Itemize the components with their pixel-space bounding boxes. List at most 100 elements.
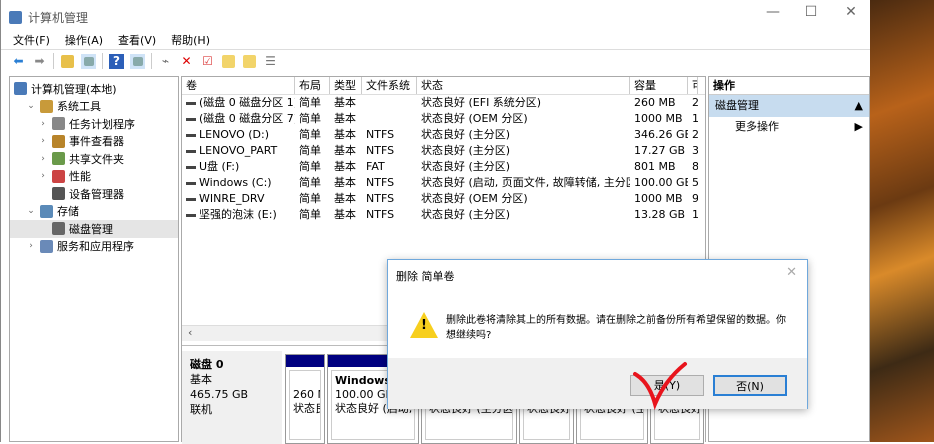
search-icon[interactable]: [242, 54, 257, 69]
column-header[interactable]: 容量: [630, 77, 688, 94]
menu-action[interactable]: 操作(A): [65, 32, 103, 48]
table-cell: NTFS: [366, 176, 395, 189]
back-icon[interactable]: ⬅: [11, 54, 26, 69]
column-header[interactable]: 卷: [182, 77, 295, 94]
import-icon[interactable]: [221, 54, 236, 69]
volume-name: 坚强的泡沫 (E:): [199, 208, 277, 221]
volume-name: U盘 (F:): [199, 160, 240, 173]
table-cell: 简单: [299, 112, 321, 125]
tree-item[interactable]: ⌄ 系统工具: [10, 98, 178, 116]
tree-item-label: 磁盘管理: [69, 222, 113, 236]
close-button[interactable]: ✕: [831, 4, 871, 20]
more-actions-label: 更多操作: [735, 120, 779, 133]
table-row[interactable]: (磁盘 0 磁盘分区 1) 简单 基本 状态良好 (EFI 系统分区) 260 MB 2: [182, 95, 705, 111]
expand-icon[interactable]: ⌄: [26, 101, 36, 111]
disk-0-info[interactable]: 磁盘 0 基本 465.75 GB 联机: [182, 351, 282, 444]
minimize-button[interactable]: —: [753, 4, 793, 20]
tree-node-icon: [52, 152, 65, 166]
table-cell: 简单: [299, 160, 321, 173]
menu-file[interactable]: 文件(F): [13, 32, 50, 48]
volume-icon: [186, 149, 196, 153]
volume-icon: [186, 133, 196, 137]
list-icon[interactable]: ☰: [263, 54, 278, 69]
table-cell: 2: [692, 96, 698, 109]
scroll-left-icon[interactable]: ‹: [188, 326, 192, 339]
menu-view[interactable]: 查看(V): [118, 32, 156, 48]
no-button[interactable]: 否(N): [713, 375, 787, 396]
disk-size: 465.75 GB: [190, 388, 249, 401]
tree-node-icon: [40, 204, 53, 218]
help-icon[interactable]: ?: [109, 53, 124, 69]
column-header[interactable]: 类型: [330, 77, 362, 94]
tree-item-label: 共享文件夹: [69, 152, 124, 166]
expand-icon[interactable]: ›: [26, 241, 36, 251]
table-cell: 状态良好 (主分区): [421, 144, 511, 157]
table-row[interactable]: 坚强的泡沫 (E:) 简单 基本 NTFS 状态良好 (主分区) 13.28 GB 1: [182, 207, 705, 223]
table-cell: 8: [692, 160, 698, 173]
app-icon: [9, 10, 22, 24]
expand-icon[interactable]: ⌄: [26, 206, 36, 216]
tree-item[interactable]: 计算机管理(本地): [10, 80, 178, 98]
show-pane-icon[interactable]: [130, 53, 145, 69]
expand-icon[interactable]: ›: [38, 136, 48, 146]
table-cell: 17.27 GB: [634, 144, 686, 157]
desktop-wallpaper: [870, 0, 934, 442]
table-row[interactable]: LENOVO (D:) 简单 基本 NTFS 状态良好 (主分区) 346.26 GB 2: [182, 127, 705, 143]
partition-size: 260 M: [293, 388, 320, 401]
table-row[interactable]: U盘 (F:) 简单 基本 FAT 状态良好 (主分区) 801 MB 8: [182, 159, 705, 175]
table-cell: 801 MB: [634, 160, 676, 173]
navigation-tree: 计算机管理(本地) ⌄ 系统工具 › 任务计划程序 › 事件查看器 › 共享文件夹 › 性能 设备管理…: [9, 76, 179, 442]
table-header: 卷布局类型文件系统状态容量可: [182, 77, 705, 95]
menu-help[interactable]: 帮助(H): [171, 32, 210, 48]
title-bar: 计算机管理: [9, 8, 88, 26]
more-actions-item[interactable]: 更多操作 ▶: [709, 117, 869, 137]
forward-icon[interactable]: ➡: [32, 54, 47, 69]
table-cell: 基本: [334, 112, 356, 125]
table-row[interactable]: LENOVO_PART 简单 基本 NTFS 状态良好 (主分区) 17.27 GB 3: [182, 143, 705, 159]
tree-item[interactable]: › 事件查看器: [10, 133, 178, 151]
tree-item[interactable]: › 性能: [10, 168, 178, 186]
table-cell: 3: [692, 144, 698, 157]
expand-icon[interactable]: ›: [38, 119, 48, 129]
tree-item-label: 任务计划程序: [69, 117, 135, 131]
volume-icon: [186, 181, 196, 185]
actions-section-disk-management[interactable]: 磁盘管理 ▲: [709, 95, 869, 117]
tree-item[interactable]: ⌄ 存储: [10, 203, 178, 221]
table-cell: LENOVO_PART: [182, 143, 295, 159]
expand-icon[interactable]: ›: [38, 171, 48, 181]
show-hide-tree-icon[interactable]: [81, 53, 96, 69]
table-row[interactable]: Windows (C:) 简单 基本 NTFS 状态良好 (启动, 页面文件, 故障转储…: [182, 175, 705, 191]
properties-icon[interactable]: ☑: [200, 54, 215, 69]
connect-icon[interactable]: ⌁: [158, 54, 173, 69]
table-cell: 状态良好 (OEM 分区): [421, 192, 528, 205]
tree-item[interactable]: › 任务计划程序: [10, 115, 178, 133]
table-row[interactable]: (磁盘 0 磁盘分区 7) 简单 基本 状态良好 (OEM 分区) 1000 MB 1: [182, 111, 705, 127]
table-cell: 100.00 GB: [634, 176, 688, 189]
table-row[interactable]: WINRE_DRV 简单 基本 NTFS 状态良好 (OEM 分区) 1000 MB 9: [182, 191, 705, 207]
table-cell: 简单: [299, 96, 321, 109]
maximize-button[interactable]: ☐: [791, 4, 831, 20]
table-cell: 基本: [334, 192, 356, 205]
up-folder-icon[interactable]: [60, 54, 75, 69]
tree-item[interactable]: › 共享文件夹: [10, 150, 178, 168]
table-cell: 基本: [334, 208, 356, 221]
actions-header: 操作: [709, 77, 869, 95]
tree-node-icon: [52, 134, 65, 148]
column-header[interactable]: 可: [688, 77, 698, 94]
column-header[interactable]: 文件系统: [362, 77, 417, 94]
table-cell: 坚强的泡沫 (E:): [182, 207, 295, 223]
table-cell: 基本: [334, 176, 356, 189]
tree-item[interactable]: 磁盘管理: [10, 220, 178, 238]
table-cell: NTFS: [366, 208, 395, 221]
column-header[interactable]: 布局: [295, 77, 330, 94]
table-cell: Windows (C:): [182, 175, 295, 191]
table-cell: 状态良好 (主分区): [421, 208, 511, 221]
tree-item[interactable]: 设备管理器: [10, 185, 178, 203]
table-cell: 基本: [334, 128, 356, 141]
dialog-close-button[interactable]: ✕: [786, 265, 797, 280]
expand-icon[interactable]: ›: [38, 154, 48, 164]
partition-block[interactable]: 260 M状态良: [285, 354, 325, 444]
tree-item[interactable]: › 服务和应用程序: [10, 238, 178, 256]
delete-icon[interactable]: ✕: [179, 54, 194, 69]
column-header[interactable]: 状态: [417, 77, 630, 94]
